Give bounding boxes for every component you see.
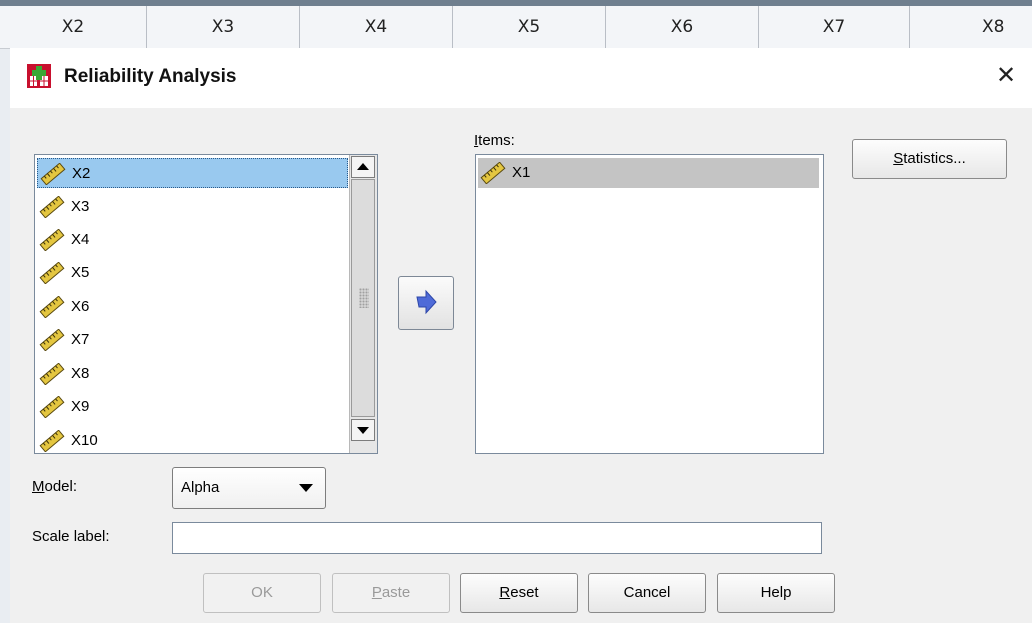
scale-ruler-icon [39,363,65,385]
list-item[interactable]: X5 [37,258,348,288]
right-arrow-icon [416,289,437,315]
close-icon: ✕ [995,62,1017,89]
list-item-label: X8 [71,365,90,382]
list-item[interactable]: X1 [478,158,819,188]
scale-ruler-icon [39,296,65,318]
scroll-down-button[interactable] [351,419,375,441]
list-item-label: X6 [71,298,90,315]
spss-dialog-icon [27,64,51,88]
scale-ruler-icon [40,163,66,185]
list-item[interactable]: X8 [37,359,348,389]
list-item-label: X5 [71,264,90,281]
dialog-titlebar[interactable]: Reliability Analysis ✕ [10,48,1032,108]
list-item-label: X2 [72,165,91,182]
dialog-title: Reliability Analysis [64,66,237,87]
triangle-up-icon [357,163,369,170]
list-item[interactable]: X3 [37,192,348,222]
scale-ruler-icon [39,329,65,351]
scale-ruler-icon [39,196,65,218]
column-header-x7[interactable]: X7 [759,6,910,48]
list-item[interactable]: X4 [37,225,348,255]
scale-ruler-icon [39,430,65,452]
ok-button[interactable]: OK [203,573,321,613]
list-item[interactable]: X10 [37,426,348,453]
list-item-label: X10 [71,432,98,449]
list-item-label: X4 [71,231,90,248]
column-header-x5[interactable]: X5 [453,6,606,48]
spreadsheet-column-header: X2 X3 X4 X5 X6 X7 X8 [0,6,1032,49]
reliability-analysis-dialog: Reliability Analysis ✕ X2 X3 X4 X5 X6 X7 [10,48,1032,623]
list-item[interactable]: X2 [37,158,348,188]
scale-ruler-icon [39,262,65,284]
scale-ruler-icon [480,162,506,184]
move-to-items-button[interactable] [398,276,454,330]
scale-label-caption: Scale label: [32,528,110,545]
list-item-label: X1 [512,164,531,181]
help-button[interactable]: Help [717,573,835,613]
items-list[interactable]: X1 [475,154,824,454]
column-header-x4[interactable]: X4 [300,6,453,48]
triangle-down-icon [357,427,369,434]
list-item[interactable]: X9 [37,392,348,422]
scale-label-input[interactable] [172,522,822,554]
list-item[interactable]: X6 [37,292,348,322]
scroll-grip [359,288,369,308]
column-header-x6[interactable]: X6 [606,6,759,48]
reset-button[interactable]: Reset [460,573,578,613]
list-item-label: X3 [71,198,90,215]
vertical-scrollbar[interactable] [349,155,377,453]
close-button[interactable]: ✕ [990,60,1022,92]
column-header-x8[interactable]: X8 [910,6,1032,48]
model-label: Model: [32,478,78,495]
model-dropdown[interactable]: Alpha [172,467,326,509]
scale-ruler-icon [39,229,65,251]
statistics-button[interactable]: Statistics... [852,139,1007,179]
list-item-label: X7 [71,331,90,348]
dropdown-arrow-icon [299,484,313,492]
column-header-x3[interactable]: X3 [147,6,300,48]
paste-button[interactable]: Paste [332,573,450,613]
scroll-thumb[interactable] [351,179,375,417]
model-selected-value: Alpha [181,479,220,496]
column-header-x2[interactable]: X2 [0,6,147,48]
source-variable-list[interactable]: X2 X3 X4 X5 X6 X7 X8 X9 X10 [34,154,378,454]
cancel-button[interactable]: Cancel [588,573,706,613]
scale-ruler-icon [39,396,65,418]
list-item[interactable]: X7 [37,325,348,355]
scroll-up-button[interactable] [351,156,375,178]
items-label: Items: [474,132,515,149]
list-item-label: X9 [71,398,90,415]
